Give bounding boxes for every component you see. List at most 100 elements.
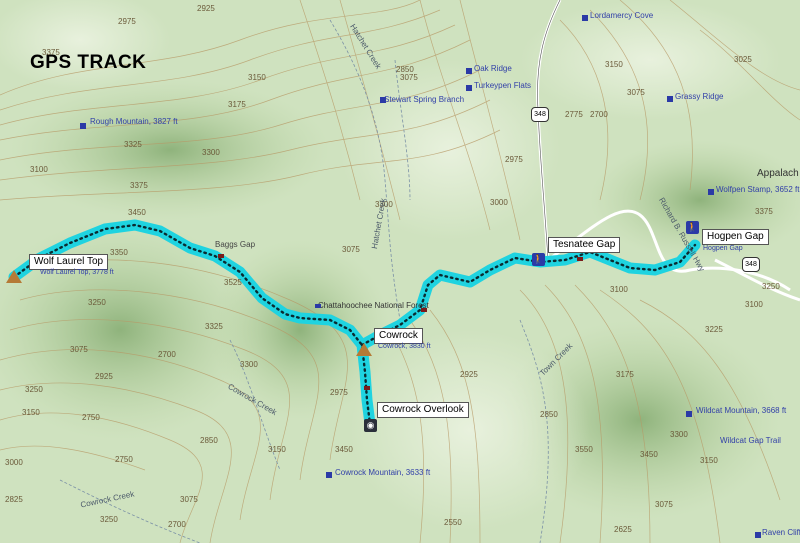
feature-grassy-ridge[interactable]: Grassy Ridge <box>675 92 723 101</box>
contour-label: 3250 <box>100 515 118 524</box>
map-canvas[interactable]: GPS TRACK 2975 2925 3150 3075 3175 3325 … <box>0 0 800 543</box>
waypoint-tesnatee-gap[interactable]: Tesnatee Gap <box>548 237 621 253</box>
feature-oak-ridge[interactable]: Oak Ridge <box>474 64 512 73</box>
feature-baggs-gap[interactable]: Baggs Gap <box>215 240 255 249</box>
feature-lordamercy-cove[interactable]: Lordamercy Cove <box>590 11 653 20</box>
waypoint-hogpen-gap-small: Hogpen Gap <box>703 245 743 252</box>
peak-marker-icon <box>708 189 714 195</box>
peak-marker-icon <box>80 123 86 129</box>
waypoint-wolf-laurel-top[interactable]: Wolf Laurel Top <box>29 254 109 270</box>
contour-label: 3100 <box>610 285 628 294</box>
contour-label: 3375 <box>130 181 148 190</box>
contour-label: 3325 <box>205 322 223 331</box>
contour-label: 3300 <box>240 360 258 369</box>
feature-cowrock-mountain[interactable]: Cowrock Mountain, 3633 ft <box>335 468 430 477</box>
contour-label: 3075 <box>655 500 673 509</box>
waypoint-elevation: Wolf Laurel Top, 3778 ft <box>40 269 114 276</box>
contour-label: 2700 <box>590 110 608 119</box>
contour-label: 3000 <box>490 198 508 207</box>
trail-marker-icon <box>577 257 583 261</box>
waypoint-cowrock-overlook[interactable]: Cowrock Overlook <box>377 402 469 418</box>
contour-label: 3100 <box>30 165 48 174</box>
contour-label: 3075 <box>180 495 198 504</box>
contour-label: 3450 <box>335 445 353 454</box>
feature-marker-icon <box>667 96 673 102</box>
waypoint-cowrock[interactable]: Cowrock <box>374 328 423 344</box>
contour-label: 3350 <box>110 248 128 257</box>
contour-label: 3225 <box>705 325 723 334</box>
contour-label: 3325 <box>124 140 142 149</box>
trail-marker-icon <box>218 254 224 258</box>
contour-label: 3250 <box>25 385 43 394</box>
contour-label: 2925 <box>460 370 478 379</box>
contour-label: 3450 <box>640 450 658 459</box>
mountain-summit-icon[interactable] <box>6 270 22 283</box>
trail-marker-icon <box>421 308 427 312</box>
camera-icon[interactable]: ◉ <box>364 419 377 432</box>
contour-label: 3000 <box>5 458 23 467</box>
contour-label: 3150 <box>700 456 718 465</box>
feature-appalachian: Appalach <box>757 168 799 179</box>
contour-label: 3375 <box>755 207 773 216</box>
trail-marker-icon <box>315 304 321 308</box>
mountain-summit-icon[interactable] <box>356 343 372 356</box>
contour-label: 3075 <box>627 88 645 97</box>
contour-label: 2850 <box>540 410 558 419</box>
feature-wildcat-mountain[interactable]: Wildcat Mountain, 3668 ft <box>696 406 786 415</box>
contour-label: 2700 <box>158 350 176 359</box>
contour-label: 2750 <box>82 413 100 422</box>
feature-stewart-spring[interactable]: Stewart Spring Branch <box>384 95 464 104</box>
feature-marker-icon <box>466 68 472 74</box>
waypoint-hogpen-gap[interactable]: Hogpen Gap <box>702 229 769 245</box>
contour-label: 3150 <box>605 60 623 69</box>
hiker-icon[interactable]: 🚶 <box>532 253 545 266</box>
contour-label: 2850 <box>396 65 414 74</box>
contour-label: 2775 <box>565 110 583 119</box>
contour-label: 2825 <box>5 495 23 504</box>
contour-label: 3250 <box>762 282 780 291</box>
contour-label: 3250 <box>88 298 106 307</box>
feature-raven-cliffs[interactable]: Raven Cliffs <box>762 528 800 537</box>
contour-label: 3175 <box>228 100 246 109</box>
contour-label: 3100 <box>745 300 763 309</box>
contour-label: 3175 <box>616 370 634 379</box>
waypoint-elevation: Cowrock, 3830 ft <box>378 343 431 350</box>
contour-label: 3300 <box>670 430 688 439</box>
contour-label: 2625 <box>614 525 632 534</box>
contour-label: 2975 <box>505 155 523 164</box>
contour-label: 3075 <box>342 245 360 254</box>
contour-label: 3025 <box>734 55 752 64</box>
hiker-icon[interactable]: 🚶 <box>686 221 699 234</box>
peak-marker-icon <box>686 411 692 417</box>
feature-wolfpen-stamp[interactable]: Wolfpen Stamp, 3652 ft <box>716 185 799 194</box>
contour-label: 2975 <box>330 388 348 397</box>
feature-marker-icon <box>755 532 761 538</box>
trail-marker-icon <box>364 386 370 390</box>
route-shield-icon: 348 <box>531 107 549 122</box>
contour-label: 3300 <box>202 148 220 157</box>
contour-label: 2925 <box>197 4 215 13</box>
contour-label: 3150 <box>22 408 40 417</box>
peak-marker-icon <box>326 472 332 478</box>
feature-chattahoochee[interactable]: Chattahoochee National Forest <box>318 301 429 310</box>
contour-label: 3075 <box>70 345 88 354</box>
contour-label: 3150 <box>268 445 286 454</box>
contour-label: 2750 <box>115 455 133 464</box>
contour-label: 3550 <box>575 445 593 454</box>
feature-wildcat-gap-trail[interactable]: Wildcat Gap Trail <box>720 436 781 445</box>
contour-label: 2700 <box>168 520 186 529</box>
feature-rough-mountain[interactable]: Rough Mountain, 3827 ft <box>90 117 178 126</box>
contour-label: 3150 <box>248 73 266 82</box>
contour-label: 3075 <box>400 73 418 82</box>
contour-label: 2550 <box>444 518 462 527</box>
contour-label: 2850 <box>200 436 218 445</box>
contour-label: 3450 <box>128 208 146 217</box>
contour-label: 3525 <box>224 278 242 287</box>
feature-marker-icon <box>466 85 472 91</box>
feature-marker-icon <box>582 15 588 21</box>
contour-label: 3375 <box>42 48 60 57</box>
contour-label: 2975 <box>118 17 136 26</box>
feature-turkeypen-flats[interactable]: Turkeypen Flats <box>474 81 531 90</box>
contour-label: 2925 <box>95 372 113 381</box>
route-shield-icon: 348 <box>742 257 760 272</box>
